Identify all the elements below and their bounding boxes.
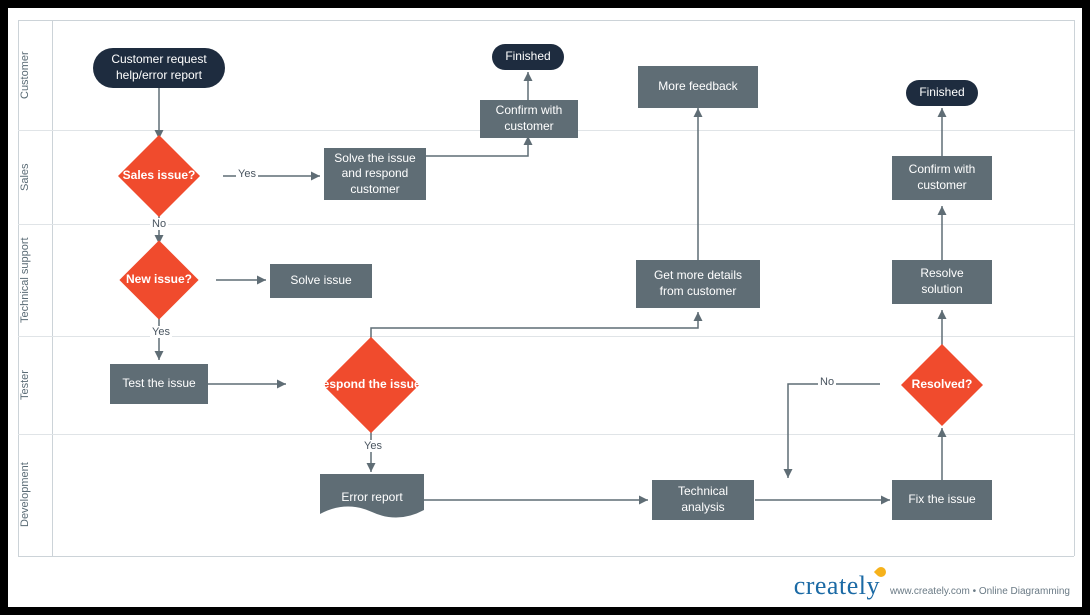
more-feedback-label: More feedback xyxy=(658,79,737,95)
error-report-document: Error report xyxy=(320,474,424,520)
resolved-label: Resolved? xyxy=(912,377,973,393)
sales-issue-decision: Sales issue? xyxy=(96,140,222,212)
respond-issue-decision: Respond the issue? xyxy=(286,342,456,428)
finished-2-terminator: Finished xyxy=(906,80,978,106)
finished-1-label: Finished xyxy=(505,49,550,65)
start-terminator: Customer request help/error report xyxy=(93,48,225,88)
sales-issue-label: Sales issue? xyxy=(123,168,196,184)
error-report-label: Error report xyxy=(341,490,402,504)
frame-bottom xyxy=(18,556,1074,557)
edge-label-yes: Yes xyxy=(362,440,384,452)
lane-label-tech-support: Technical support xyxy=(8,224,42,336)
solve-respond: Solve the issue and respond customer xyxy=(324,148,426,200)
footer-tagline: www.creately.com • Online Diagramming xyxy=(890,586,1070,601)
get-more-details-label: Get more details from customer xyxy=(642,268,754,299)
test-issue: Test the issue xyxy=(110,364,208,404)
edge-label-yes: Yes xyxy=(150,326,172,338)
get-more-details: Get more details from customer xyxy=(636,260,760,308)
solve-issue: Solve issue xyxy=(270,264,372,298)
edge-label-yes: Yes xyxy=(236,168,258,180)
confirm-customer-1: Confirm with customer xyxy=(480,100,578,138)
footer: creately www.creately.com • Online Diagr… xyxy=(794,571,1070,601)
respond-issue-label: Respond the issue? xyxy=(314,377,428,393)
test-issue-label: Test the issue xyxy=(122,376,195,392)
lane-label-customer: Customer xyxy=(8,20,42,130)
fix-issue: Fix the issue xyxy=(892,480,992,520)
creately-logo: creately xyxy=(794,571,880,601)
lane-label-divider xyxy=(52,20,53,556)
confirm-customer-2-label: Confirm with customer xyxy=(898,162,986,193)
resolved-decision: Resolved? xyxy=(878,346,1006,424)
lane-divider xyxy=(18,224,1074,225)
new-issue-decision: New issue? xyxy=(102,244,216,316)
frame-right xyxy=(1074,20,1075,556)
more-feedback: More feedback xyxy=(638,66,758,108)
start-label: Customer request help/error report xyxy=(99,52,219,83)
fix-issue-label: Fix the issue xyxy=(908,492,975,508)
finished-1-terminator: Finished xyxy=(492,44,564,70)
resolve-solution: Resolve solution xyxy=(892,260,992,304)
lane-label-sales: Sales xyxy=(8,130,42,224)
diagram-canvas: Customer Sales Technical support Tester … xyxy=(8,8,1082,607)
technical-analysis-label: Technical analysis xyxy=(658,484,748,515)
frame-top xyxy=(18,20,1074,21)
solve-issue-label: Solve issue xyxy=(290,273,351,289)
new-issue-label: New issue? xyxy=(126,272,192,288)
confirm-customer-1-label: Confirm with customer xyxy=(486,103,572,134)
lane-label-development: Development xyxy=(8,434,42,556)
logo-text: creately xyxy=(794,571,880,600)
resolve-solution-label: Resolve solution xyxy=(898,266,986,297)
confirm-customer-2: Confirm with customer xyxy=(892,156,992,200)
lane-divider xyxy=(18,336,1074,337)
lane-label-tester: Tester xyxy=(8,336,42,434)
edge-label-no: No xyxy=(150,218,168,230)
edge-label-no: No xyxy=(818,376,836,388)
solve-respond-label: Solve the issue and respond customer xyxy=(330,151,420,198)
technical-analysis: Technical analysis xyxy=(652,480,754,520)
lane-divider xyxy=(18,434,1074,435)
finished-2-label: Finished xyxy=(919,85,964,101)
